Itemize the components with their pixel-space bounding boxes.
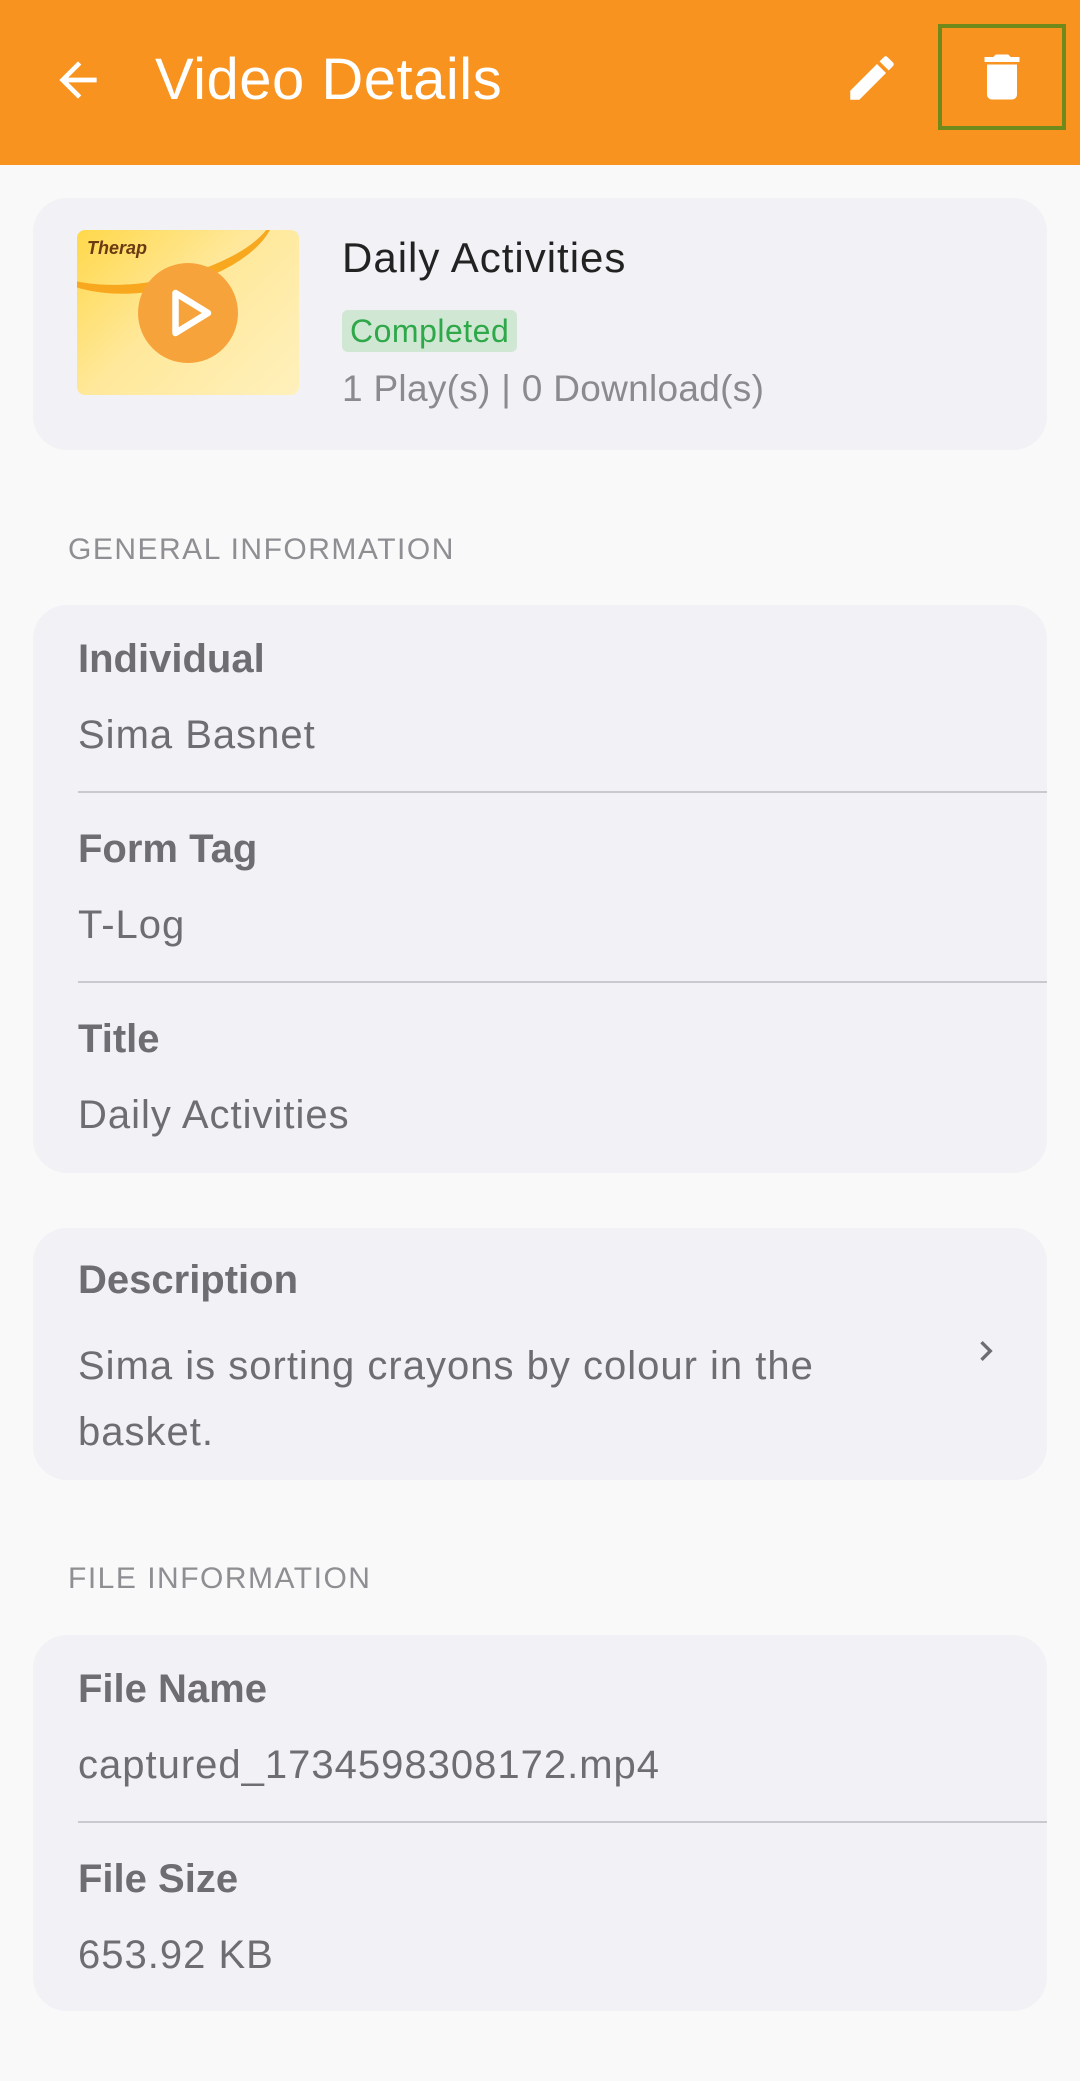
status-badge: Completed [342,310,518,352]
edit-button[interactable] [832,38,912,118]
delete-button[interactable] [938,24,1066,130]
play-icon [172,289,212,337]
file-name-value: captured_1734598308172.mp4 [78,1743,661,1787]
general-information-card: Individual Sima Basnet Form Tag T-Log Ti… [33,605,1047,1173]
file-size-value: 653.92 KB [78,1933,274,1977]
arrow-back-icon [59,61,97,99]
divider [78,1821,1047,1823]
therap-logo: Therap [87,238,148,258]
chevron-right-icon[interactable] [961,1326,1011,1376]
description-label: Description [78,1258,299,1302]
section-title-file: FILE INFORMATION [68,1562,372,1595]
description-card[interactable]: Description Sima is sorting crayons by c… [33,1228,1047,1480]
video-title: Daily Activities [342,234,627,281]
pencil-icon [850,56,894,100]
file-information-card: File Name captured_1734598308172.mp4 Fil… [33,1635,1047,2011]
play-button[interactable] [138,263,238,363]
file-name-label: File Name [78,1667,267,1711]
divider [78,791,1047,793]
title-label: Title [78,1017,160,1061]
individual-value: Sima Basnet [78,713,316,757]
app-bar: Video Details [0,0,1080,165]
divider [78,981,1047,983]
form-tag-label: Form Tag [78,827,258,871]
trash-icon [984,54,1020,100]
play-download-counts: 1 Play(s) | 0 Download(s) [342,368,765,409]
section-title-general: GENERAL INFORMATION [68,533,455,566]
form-tag-value: T-Log [78,903,186,947]
title-value: Daily Activities [78,1093,350,1137]
back-button[interactable] [40,42,116,118]
file-size-label: File Size [78,1857,239,1901]
video-summary-card[interactable]: Therap Daily Activities Completed 1 Play… [33,198,1047,450]
description-value: Sima is sorting crayons by colour in the… [78,1344,814,1454]
page-title: Video Details [155,47,503,112]
video-thumbnail[interactable]: Therap [77,230,299,395]
individual-label: Individual [78,637,265,681]
